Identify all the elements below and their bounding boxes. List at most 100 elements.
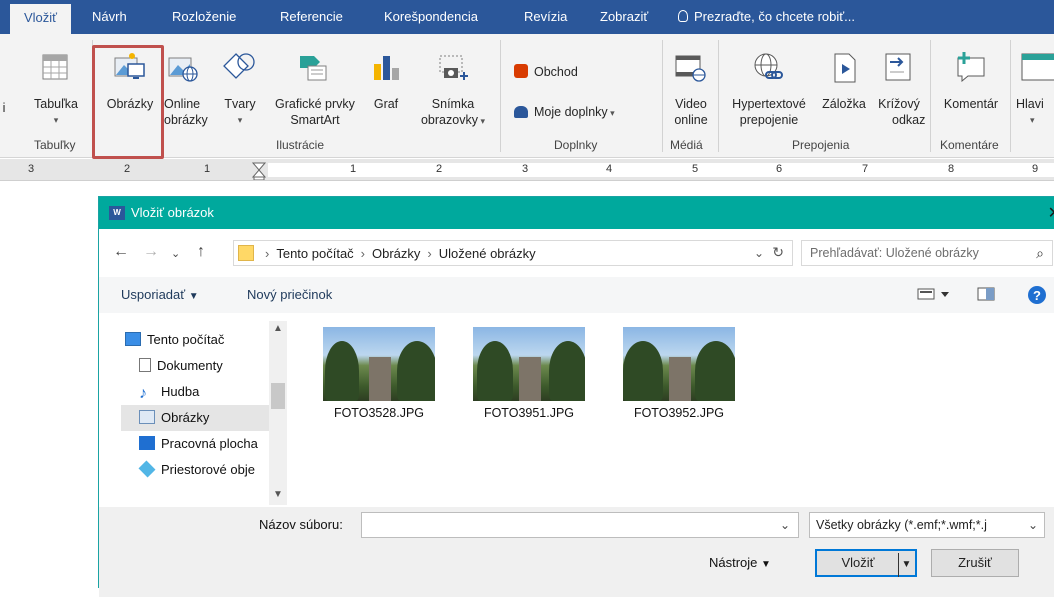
- screenshot-label-1: Snímka: [431, 97, 475, 111]
- online-picture-icon: [168, 57, 198, 82]
- tab-references[interactable]: Referencie: [280, 0, 343, 34]
- computer-icon: [125, 332, 141, 346]
- up-arrow-icon[interactable]: ↑: [197, 243, 205, 261]
- organize-button[interactable]: Usporiadať ▼: [121, 287, 199, 302]
- hyperlink-button[interactable]: Hypertextové prepojenie: [724, 48, 814, 128]
- indent-marker-icon[interactable]: [252, 162, 266, 180]
- file-name: FOTO3952.JPG: [633, 406, 725, 420]
- group-separator: [500, 40, 501, 152]
- chevron-down-icon[interactable]: ⌄: [754, 246, 764, 260]
- smartart-label-1: Grafické prvky: [275, 97, 355, 111]
- word-icon: W: [109, 206, 125, 220]
- sidebar-item-desktop[interactable]: Pracovná plocha: [135, 431, 283, 457]
- ruler-number: 3: [522, 163, 529, 175]
- chevron-down-icon[interactable]: ⌄: [1027, 513, 1038, 537]
- smartart-button[interactable]: Grafické prvky SmartArt: [262, 48, 368, 128]
- photo-thumbnail: [623, 327, 735, 401]
- table-icon: [42, 54, 68, 80]
- tab-insert[interactable]: Vložiť: [10, 4, 72, 34]
- file-type-select[interactable]: Všetky obrázky (*.emf;*.wmf;*.j ⌄: [809, 512, 1045, 538]
- svg-text:?: ?: [1033, 288, 1041, 303]
- sidebar-item-this-pc[interactable]: Tento počítač: [121, 327, 269, 353]
- my-addins-button[interactable]: Moje doplnky ▾: [514, 104, 644, 121]
- breadcrumb-saved-pictures[interactable]: Uložené obrázky: [439, 246, 536, 261]
- sidebar-scrollbar[interactable]: ▲ ▼: [269, 321, 287, 505]
- breadcrumb-this-pc[interactable]: Tento počítač: [276, 246, 353, 261]
- bookmark-button[interactable]: Záložka: [816, 48, 872, 112]
- music-note-icon: ♪: [139, 385, 147, 402]
- chevron-down-icon: ▾: [1030, 115, 1035, 125]
- cut-off-label: i: [2, 101, 6, 115]
- chevron-down-icon[interactable]: ⌄: [780, 518, 790, 532]
- search-box[interactable]: Prehľadávať: Uložené obrázky ⌕: [801, 240, 1053, 266]
- tab-design[interactable]: Návrh: [92, 0, 127, 34]
- ruler-number: 1: [350, 163, 357, 175]
- insert-button[interactable]: Vložiť ▼: [815, 549, 917, 577]
- insert-picture-dialog: W Vložiť obrázok ✕ ← → ⌄ ↑ › Tento počíta…: [98, 196, 1054, 597]
- insert-dropdown-icon[interactable]: ▼: [898, 553, 914, 577]
- table-button[interactable]: Tabuľka ▾: [28, 48, 84, 128]
- highlight-box: [92, 45, 164, 159]
- shapes-button[interactable]: Tvary ▾: [220, 48, 260, 128]
- hyperlink-label-2: prepojenie: [739, 113, 799, 127]
- store-button[interactable]: Obchod: [514, 64, 594, 80]
- refresh-icon[interactable]: ↻: [772, 244, 784, 261]
- scroll-thumb[interactable]: [271, 383, 285, 409]
- tab-mailings[interactable]: Korešpondencia: [384, 0, 478, 34]
- recent-locations-chevron-icon[interactable]: ⌄: [171, 247, 180, 260]
- preview-pane-icon[interactable]: [977, 287, 995, 304]
- dialog-title-bar: W Vložiť obrázok ✕: [99, 197, 1054, 229]
- new-folder-button[interactable]: Nový priečinok: [247, 287, 332, 302]
- tools-button[interactable]: Nástroje ▼: [709, 555, 771, 570]
- store-label: Obchod: [534, 65, 578, 79]
- search-icon: ⌕: [1036, 245, 1044, 261]
- file-item[interactable]: FOTO3952.JPG: [619, 327, 739, 420]
- scroll-down-icon[interactable]: ▼: [273, 489, 283, 500]
- sidebar-item-documents[interactable]: Dokumenty: [135, 353, 283, 379]
- tab-view[interactable]: Zobraziť: [600, 0, 648, 34]
- ruler-number: 2: [436, 163, 443, 175]
- scroll-up-icon[interactable]: ▲: [273, 323, 283, 334]
- ribbon-tab-bar: Vložiť Návrh Rozloženie Referencie Koreš…: [0, 0, 1054, 34]
- breadcrumb-separator: ›: [427, 246, 432, 261]
- comment-button[interactable]: Komentár: [934, 48, 1008, 112]
- ruler-number: 7: [862, 163, 869, 175]
- sidebar-item-label: Pracovná plocha: [161, 436, 258, 451]
- close-icon[interactable]: ✕: [1048, 203, 1054, 223]
- view-options-icon[interactable]: [917, 287, 951, 304]
- sidebar-item-label: Tento počítač: [147, 332, 225, 347]
- group-addins: Doplnky: [554, 138, 598, 152]
- document-icon: [139, 358, 151, 372]
- command-bar: Usporiadať ▼ Nový priečinok ?: [99, 277, 1054, 313]
- forward-arrow-icon[interactable]: →: [143, 243, 159, 261]
- cross-reference-button[interactable]: Krížový odkaz: [874, 48, 925, 128]
- ruler-number: 4: [606, 163, 613, 175]
- screenshot-button[interactable]: Snímka obrazovky ▾: [412, 48, 494, 129]
- file-item[interactable]: FOTO3528.JPG: [319, 327, 439, 420]
- tab-layout[interactable]: Rozloženie: [172, 0, 236, 34]
- sidebar-item-3d-objects[interactable]: Priestorové obje: [135, 457, 269, 483]
- pictures-folder-icon: [139, 410, 155, 424]
- header-button[interactable]: Hlavi ▾: [1016, 48, 1054, 128]
- navigation-pane: Tento počítač Dokumenty ♪ Hudba Obrázky P…: [121, 321, 293, 501]
- chart-button[interactable]: Graf: [368, 48, 404, 112]
- help-icon[interactable]: ?: [1027, 285, 1047, 308]
- filename-input[interactable]: ⌄: [361, 512, 799, 538]
- navigation-bar: ← → ⌄ ↑ › Tento počítač › Obrázky › Uložené o…: [99, 237, 1054, 269]
- file-item[interactable]: FOTO3951.JPG: [469, 327, 589, 420]
- online-pictures-button[interactable]: Online obrázky: [164, 48, 210, 128]
- address-bar[interactable]: › Tento počítač › Obrázky › Uložené obrázky ⌄…: [233, 240, 793, 266]
- online-video-button[interactable]: Video online: [666, 48, 716, 128]
- sidebar-item-music[interactable]: ♪ Hudba: [135, 379, 283, 405]
- bookmark-icon: [834, 53, 856, 83]
- tab-review[interactable]: Revízia: [524, 0, 567, 34]
- back-arrow-icon[interactable]: ←: [113, 243, 129, 261]
- sidebar-item-pictures[interactable]: Obrázky: [121, 405, 269, 431]
- desktop-icon: [139, 436, 155, 450]
- chevron-down-icon: ▾: [53, 115, 59, 125]
- cancel-button[interactable]: Zrušiť: [931, 549, 1019, 577]
- breadcrumb-pictures[interactable]: Obrázky: [372, 246, 420, 261]
- ruler-number: 5: [692, 163, 699, 175]
- tell-me-box[interactable]: Prezraďte, čo chcete robiť...: [678, 0, 855, 34]
- file-list: FOTO3528.JPG FOTO3951.JPG FOTO3952.JPG: [319, 327, 1019, 437]
